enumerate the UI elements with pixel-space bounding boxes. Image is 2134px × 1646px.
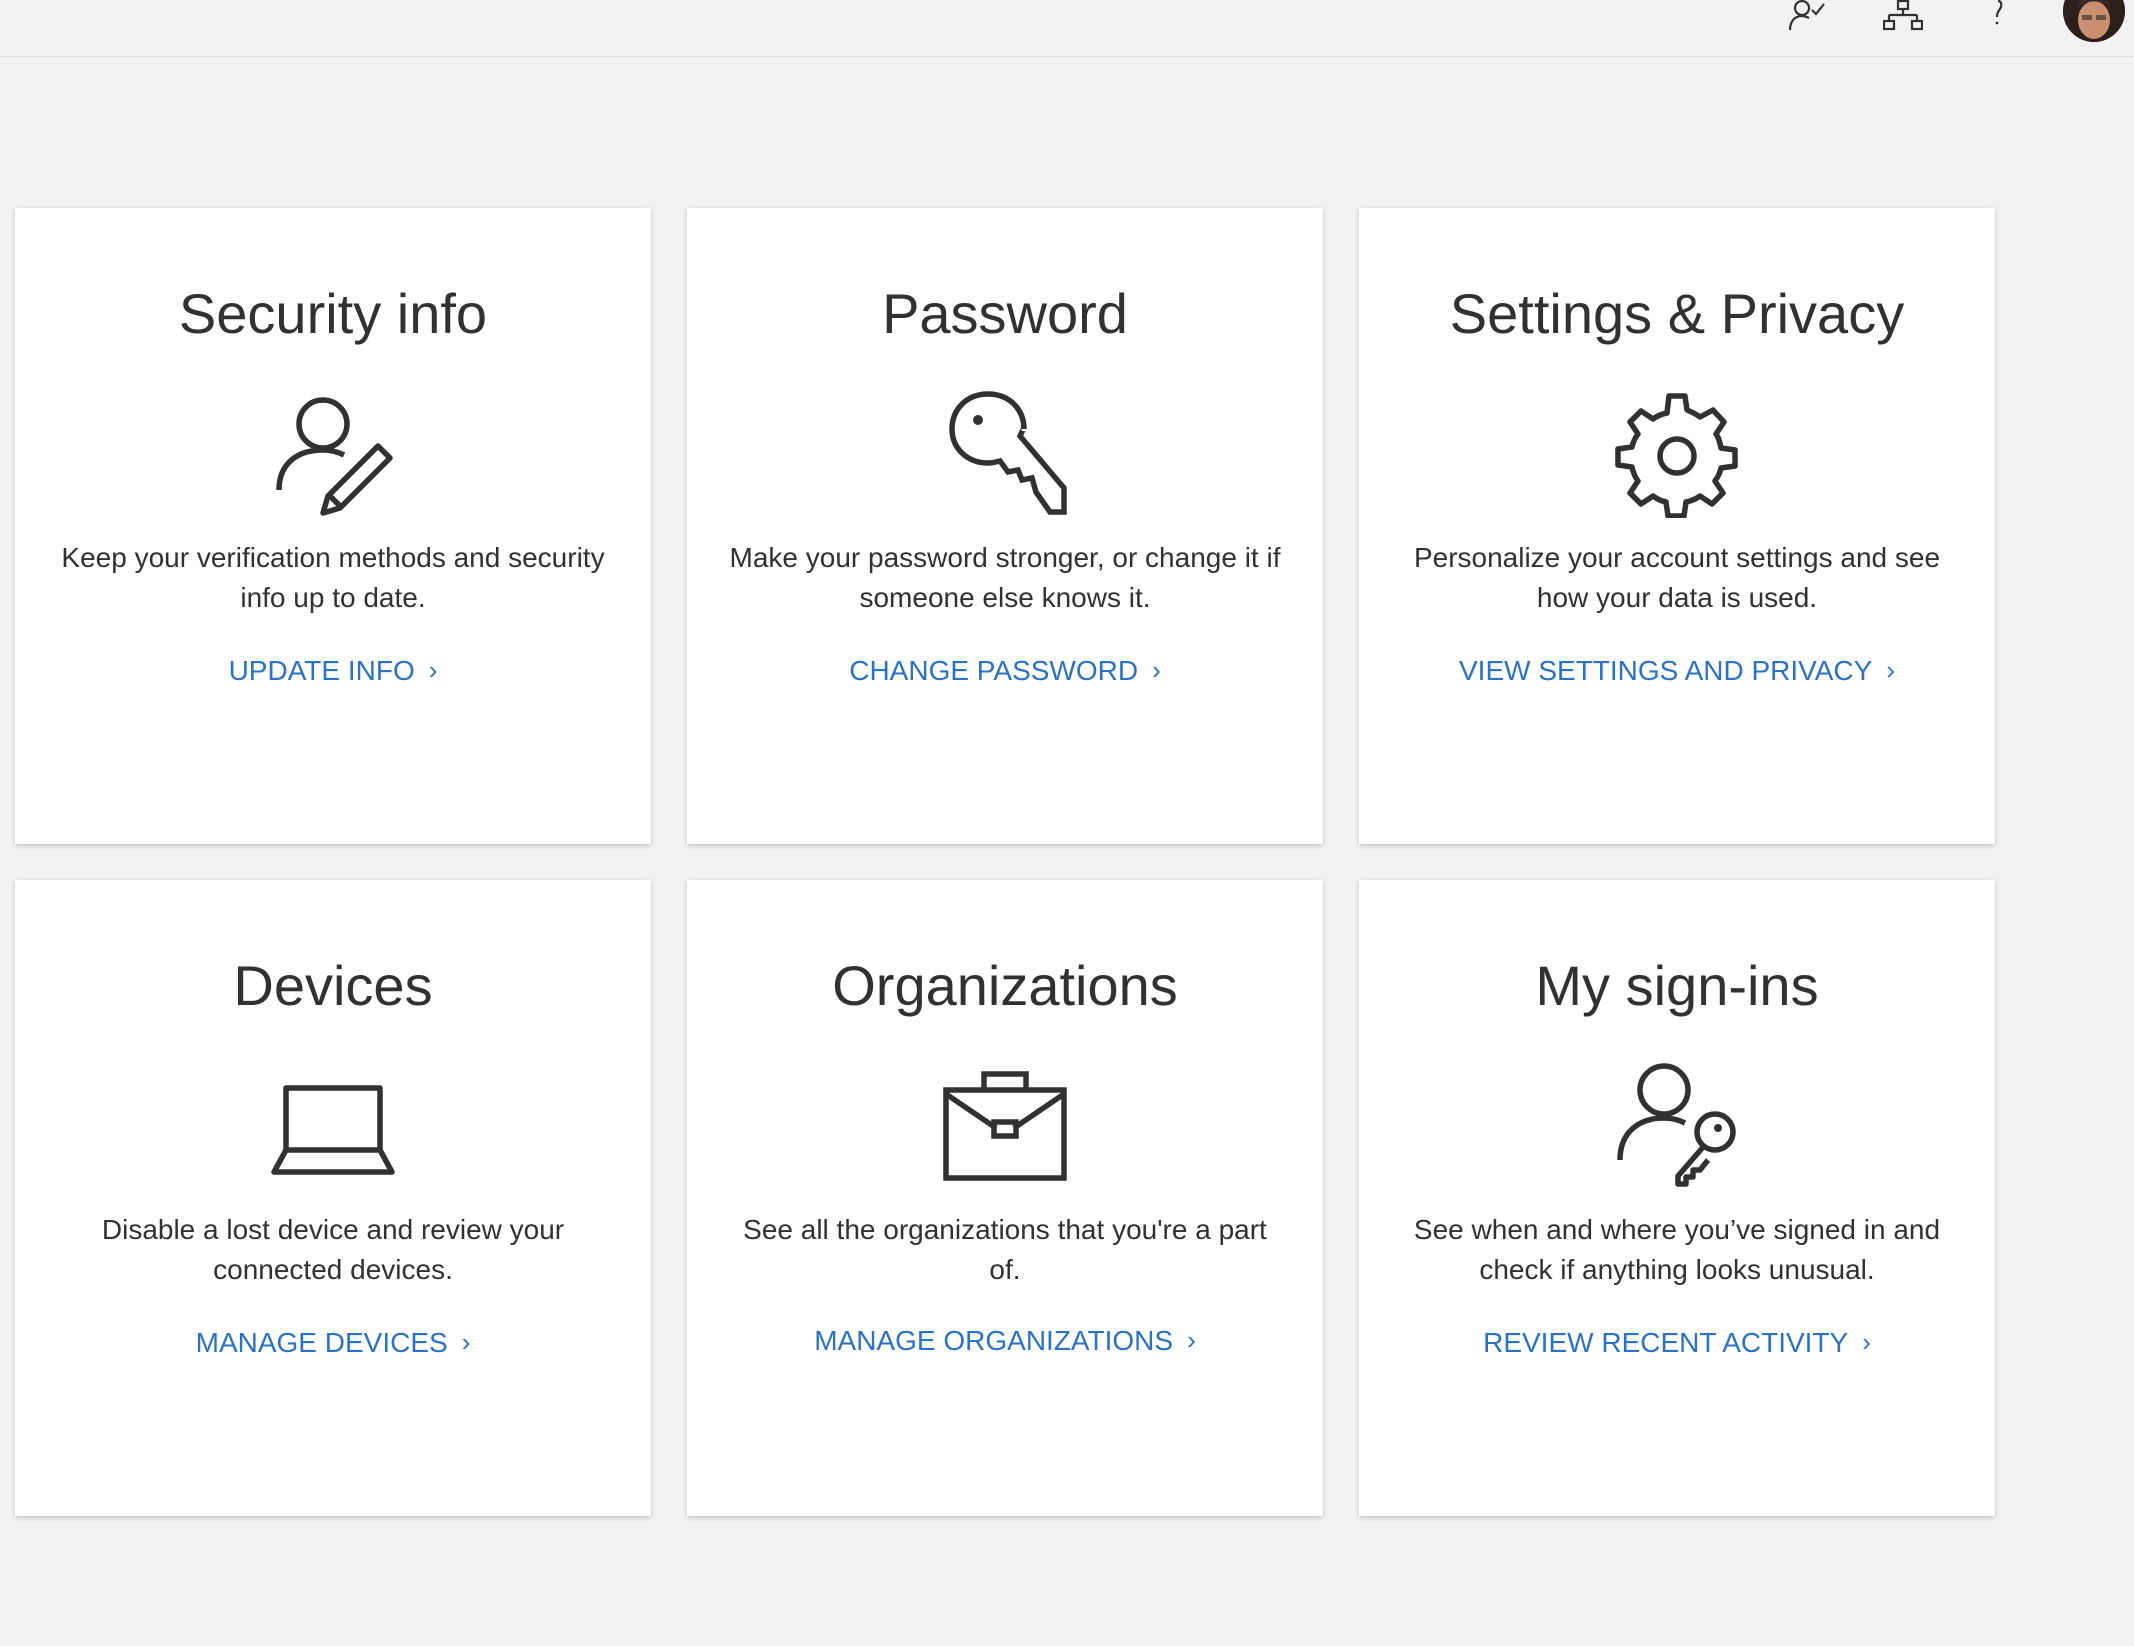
chevron-right-icon: › (1152, 655, 1161, 685)
link-label: UPDATE INFO (228, 655, 415, 686)
card-title: Organizations (832, 954, 1178, 1017)
chevron-right-icon: › (1862, 1327, 1871, 1357)
card-description: Personalize your account settings and se… (1413, 542, 1941, 613)
view-settings-link[interactable]: VIEW SETTINGS AND PRIVACY › (1359, 650, 1995, 691)
gear-icon (1359, 388, 1995, 518)
chevron-right-icon: › (428, 655, 438, 685)
card-title: Password (882, 282, 1128, 345)
link-label: MANAGE DEVICES (195, 1327, 448, 1358)
card-description: See all the organizations that you're a … (743, 1214, 1267, 1285)
link-label: CHANGE PASSWORD (849, 655, 1139, 686)
chevron-right-icon: › (1886, 655, 1895, 685)
chevron-right-icon: › (461, 1327, 471, 1357)
card-devices: Devices Disable a lost device and review… (15, 880, 651, 1516)
card-description: See when and where you’ve signed in and … (1413, 1214, 1941, 1285)
link-label: MANAGE ORGANIZATIONS (814, 1325, 1174, 1356)
user-key-icon (1359, 1060, 1995, 1190)
manage-organizations-link[interactable]: MANAGE ORGANIZATIONS › (687, 1320, 1323, 1361)
card-password: Password Make your password stronger, or… (687, 208, 1323, 844)
manage-accounts-icon[interactable] (1784, 0, 1832, 36)
help-icon[interactable] (1974, 0, 2022, 36)
card-description: Disable a lost device and review your co… (101, 1214, 565, 1285)
card-description: Make your password stronger, or change i… (729, 542, 1281, 613)
user-avatar[interactable] (2063, 0, 2125, 42)
laptop-icon (15, 1060, 651, 1190)
card-title: My sign-ins (1535, 954, 1819, 1017)
user-edit-icon (15, 388, 651, 518)
card-title: Settings & Privacy (1449, 282, 1905, 345)
card-title: Devices (233, 954, 433, 1017)
link-label: REVIEW RECENT ACTIVITY (1483, 1327, 1849, 1358)
update-info-link[interactable]: UPDATE INFO › (15, 650, 651, 691)
card-security-info: Security info Keep your verification met… (15, 208, 651, 844)
card-title: Security info (178, 282, 488, 345)
briefcase-icon (687, 1060, 1323, 1190)
review-recent-activity-link[interactable]: REVIEW RECENT ACTIVITY › (1359, 1322, 1995, 1363)
chevron-right-icon: › (1187, 1325, 1196, 1355)
change-password-link[interactable]: CHANGE PASSWORD › (687, 650, 1323, 691)
link-label: VIEW SETTINGS AND PRIVACY (1459, 655, 1873, 686)
card-my-sign-ins: My sign-ins See when and where you’ve si… (1359, 880, 1995, 1516)
top-bar (0, 0, 2134, 57)
key-icon (687, 388, 1323, 518)
card-organizations: Organizations See all the organizations … (687, 880, 1323, 1516)
manage-devices-link[interactable]: MANAGE DEVICES › (15, 1322, 651, 1363)
card-settings-privacy: Settings & Privacy Personalize your acco… (1359, 208, 1995, 844)
org-chart-icon[interactable] (1879, 0, 1927, 36)
card-description: Keep your verification methods and secur… (61, 542, 605, 613)
